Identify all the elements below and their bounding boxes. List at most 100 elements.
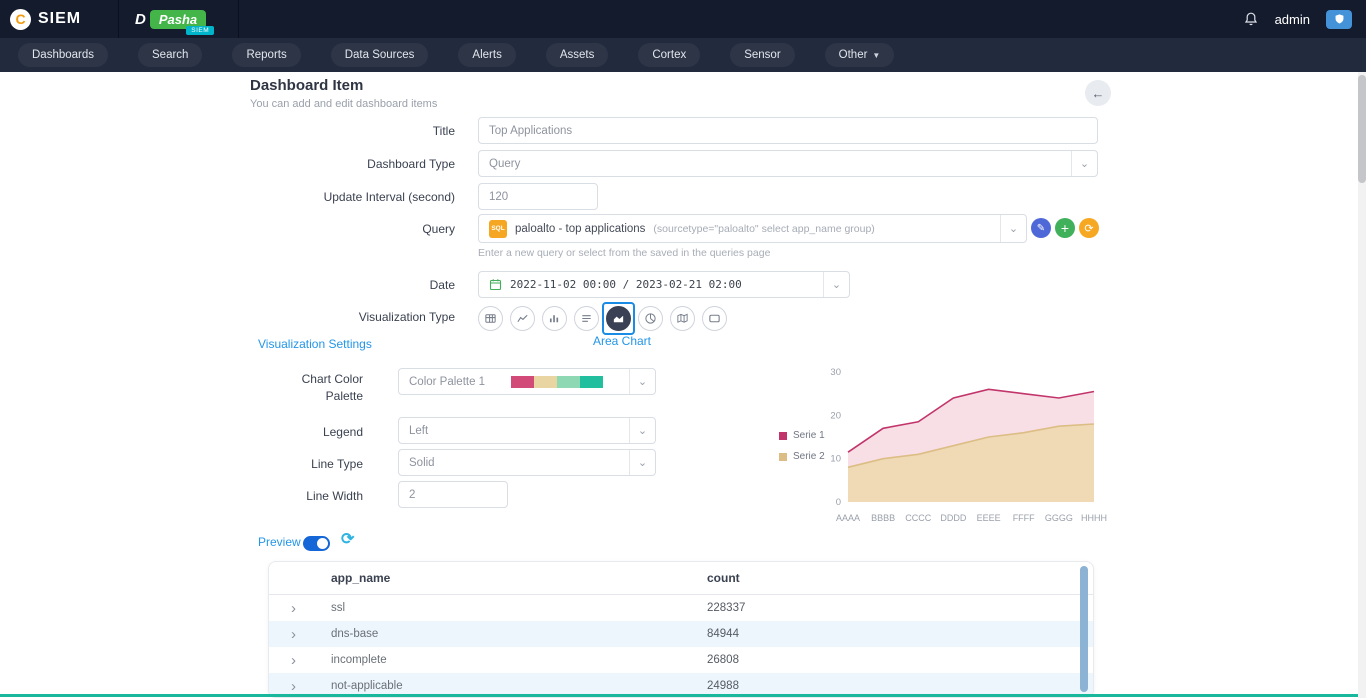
palette-color-swatch	[557, 376, 580, 388]
line-width-label: Line Width	[276, 488, 363, 505]
page-subtitle: You can add and edit dashboard items	[250, 98, 437, 110]
dpasha-logo[interactable]: D Pasha SIEM	[135, 0, 220, 38]
svg-text:DDDD: DDDD	[940, 513, 966, 523]
nav-label: Assets	[560, 49, 595, 61]
viz-pie-chart-icon[interactable]	[638, 306, 663, 331]
column-header-app-name: app_name	[331, 571, 707, 585]
refresh-query-button[interactable]: ⟳	[1079, 218, 1099, 238]
dashboard-type-select[interactable]: Query ⌄	[478, 150, 1098, 177]
viz-selected-outline	[602, 302, 635, 335]
bell-icon[interactable]	[1243, 11, 1259, 27]
svg-text:0: 0	[836, 497, 841, 508]
preview-link[interactable]: Preview	[258, 535, 301, 549]
update-interval-value: 120	[489, 191, 508, 203]
selected-viz-label: Area Chart	[572, 334, 672, 348]
update-interval-input[interactable]: 120	[478, 183, 598, 210]
user-shield-badge[interactable]	[1326, 10, 1352, 29]
legend-select[interactable]: Left ⌄	[398, 417, 656, 444]
preview-refresh-icon[interactable]: ⟳	[341, 529, 354, 549]
caret-down-icon: ▼	[872, 51, 880, 60]
area-chart-preview: 0102030AAAABBBBCCCCDDDDEEEEFFFFGGGGHHHH	[818, 360, 1108, 530]
chevron-down-icon: ⌄	[629, 418, 655, 443]
palette-label: Chart Color Palette	[276, 371, 363, 405]
svg-text:EEEE: EEEE	[977, 513, 1001, 523]
query-select[interactable]: SQL paloalto - top applications (sourcet…	[478, 214, 1027, 243]
palette-value: Color Palette 1	[409, 376, 485, 388]
table-scrollbar[interactable]	[1080, 566, 1088, 692]
date-value: 2022-11-02 00:00 / 2023-02-21 02:00	[510, 278, 742, 291]
count-cell: 24988	[707, 680, 1093, 692]
app-name-cell: incomplete	[331, 654, 707, 666]
c-logo-icon: C	[10, 9, 31, 30]
nav-item-other[interactable]: Other ▼	[825, 43, 895, 67]
viz-image-icon[interactable]	[702, 306, 727, 331]
page-scrollbar-thumb[interactable]	[1358, 75, 1366, 183]
svg-text:GGGG: GGGG	[1045, 513, 1073, 523]
preview-toggle[interactable]	[303, 536, 330, 551]
line-width-value: 2	[409, 489, 415, 501]
viz-map-icon[interactable]	[670, 306, 695, 331]
query-detail: (sourcetype="paloalto" select app_name g…	[653, 223, 874, 235]
chevron-down-icon: ⌄	[629, 369, 655, 394]
preview-table: app_name count › ssl 228337 › dns-base 8…	[268, 561, 1094, 698]
svg-text:10: 10	[830, 454, 841, 465]
date-label: Date	[300, 278, 455, 292]
nav-item-alerts[interactable]: Alerts	[458, 43, 515, 67]
palette-swatches	[511, 376, 603, 388]
nav-item-reports[interactable]: Reports	[232, 43, 300, 67]
svg-text:30: 30	[830, 367, 841, 378]
add-query-button[interactable]: +	[1055, 218, 1075, 238]
viz-area-chart-icon[interactable]	[606, 306, 631, 331]
brand-siem-text: SIEM	[38, 10, 81, 28]
table-row[interactable]: › ssl 228337	[269, 595, 1093, 621]
expand-chevron-icon[interactable]: ›	[269, 653, 331, 668]
chevron-down-icon: ⌄	[823, 272, 849, 297]
nav-label: Data Sources	[345, 49, 415, 61]
line-width-input[interactable]: 2	[398, 481, 508, 508]
back-button[interactable]: ←	[1085, 80, 1111, 106]
palette-select[interactable]: Color Palette 1 ⌄	[398, 368, 656, 395]
calendar-icon	[489, 278, 502, 291]
title-input[interactable]: Top Applications	[478, 117, 1098, 144]
svg-text:BBBB: BBBB	[871, 513, 895, 523]
svg-text:HHHH: HHHH	[1081, 513, 1107, 523]
main-nav: Dashboards Search Reports Data Sources A…	[0, 38, 1366, 72]
expand-chevron-icon[interactable]: ›	[269, 627, 331, 642]
bottom-accent-bar	[0, 694, 1358, 697]
nav-item-search[interactable]: Search	[138, 43, 202, 67]
nav-item-assets[interactable]: Assets	[546, 43, 609, 67]
viz-line-chart-icon[interactable]	[510, 306, 535, 331]
viz-bar-chart-icon[interactable]	[542, 306, 567, 331]
chevron-down-icon: ⌄	[629, 450, 655, 475]
app-name-cell: not-applicable	[331, 680, 707, 692]
line-type-select[interactable]: Solid ⌄	[398, 449, 656, 476]
edit-query-button[interactable]: ✎	[1031, 218, 1051, 238]
toggle-knob	[317, 538, 328, 549]
nav-label: Cortex	[652, 49, 686, 61]
nav-item-sensor[interactable]: Sensor	[730, 43, 794, 67]
viz-table-icon[interactable]	[478, 306, 503, 331]
legend-value: Left	[409, 425, 428, 437]
pasha-siem-badge: SIEM	[186, 26, 214, 35]
date-range-picker[interactable]: 2022-11-02 00:00 / 2023-02-21 02:00 ⌄	[478, 271, 850, 298]
page-title: Dashboard Item	[250, 77, 363, 94]
table-row[interactable]: › incomplete 26808	[269, 647, 1093, 673]
table-row[interactable]: › dns-base 84944	[269, 621, 1093, 647]
expand-chevron-icon[interactable]: ›	[269, 601, 331, 616]
palette-color-swatch	[580, 376, 603, 388]
viz-text-icon[interactable]	[574, 306, 599, 331]
nav-item-data-sources[interactable]: Data Sources	[331, 43, 429, 67]
username[interactable]: admin	[1275, 12, 1310, 27]
visualization-settings-link[interactable]: Visualization Settings	[258, 337, 372, 351]
nav-item-cortex[interactable]: Cortex	[638, 43, 700, 67]
query-helper-text: Enter a new query or select from the sav…	[478, 247, 770, 259]
topbar-right: admin	[1243, 10, 1352, 29]
line-type-value: Solid	[409, 457, 435, 469]
nav-label: Alerts	[472, 49, 501, 61]
expand-chevron-icon[interactable]: ›	[269, 679, 331, 694]
nav-item-dashboards[interactable]: Dashboards	[18, 43, 108, 67]
nav-label: Other	[839, 49, 868, 61]
siem-logo[interactable]: C SIEM	[10, 9, 118, 30]
count-cell: 228337	[707, 602, 1093, 614]
visualization-type-label: Visualization Type	[300, 310, 455, 324]
